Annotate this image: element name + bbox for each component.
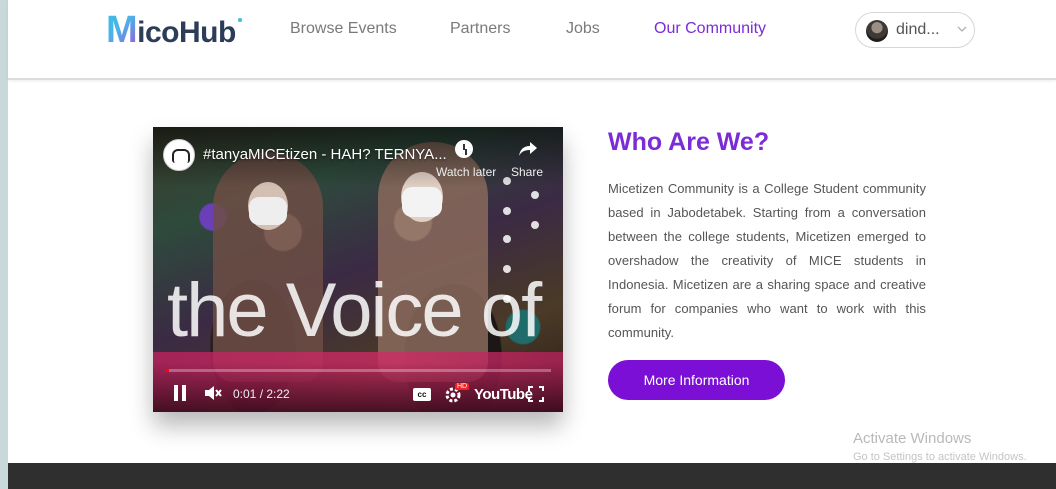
more-information-button[interactable]: More Information	[608, 360, 785, 400]
activate-windows-title: Activate Windows	[853, 430, 972, 447]
watch-later-label[interactable]: Watch later	[436, 165, 496, 179]
micohub-logo[interactable]: MicoHub	[106, 8, 242, 51]
watch-later-icon[interactable]	[455, 140, 473, 158]
video-mask-left	[249, 197, 287, 225]
page-footer	[8, 463, 1056, 489]
youtube-video-player[interactable]: the Voice of #tanyaMICEtizen - HAH? TERN…	[153, 127, 563, 412]
video-overlay-text: the Voice of	[167, 268, 542, 353]
nav-our-community[interactable]: Our Community	[654, 20, 766, 38]
share-icon[interactable]	[518, 140, 538, 158]
activate-windows-subtitle: Go to Settings to activate Windows.	[853, 451, 1027, 463]
logo-text: icoHub	[137, 16, 236, 49]
mute-icon[interactable]	[203, 384, 223, 402]
channel-avatar-icon[interactable]	[163, 139, 195, 171]
logo-initial: M	[106, 9, 138, 51]
logo-dot	[237, 18, 242, 22]
video-time: 0:01 / 2:22	[233, 387, 290, 401]
nav-browse-events[interactable]: Browse Events	[290, 20, 397, 38]
video-title[interactable]: #tanyaMICEtizen - HAH? TERNYA...	[203, 146, 447, 163]
video-progress-fill	[165, 369, 169, 372]
youtube-logo[interactable]: YouTube	[474, 386, 533, 403]
nav-jobs[interactable]: Jobs	[566, 20, 600, 38]
user-avatar-icon	[866, 20, 888, 42]
chevron-down-icon	[957, 26, 967, 32]
nav-partners[interactable]: Partners	[450, 20, 510, 38]
video-progress-bar[interactable]	[165, 369, 551, 372]
video-mask-right	[402, 187, 442, 217]
section-heading: Who Are We?	[608, 128, 770, 156]
community-description: Micetizen Community is a College Student…	[608, 181, 926, 340]
share-label[interactable]: Share	[511, 165, 543, 179]
user-name: dind...	[896, 21, 940, 38]
pause-icon[interactable]	[173, 385, 187, 401]
top-navbar: MicoHub Browse Events Partners Jobs Our …	[8, 0, 1056, 80]
captions-icon[interactable]: cc	[413, 388, 431, 401]
user-menu-dropdown[interactable]: dind...	[855, 12, 975, 48]
hd-badge: HD	[455, 383, 470, 390]
window-left-edge	[0, 0, 8, 489]
fullscreen-icon[interactable]	[528, 386, 544, 402]
